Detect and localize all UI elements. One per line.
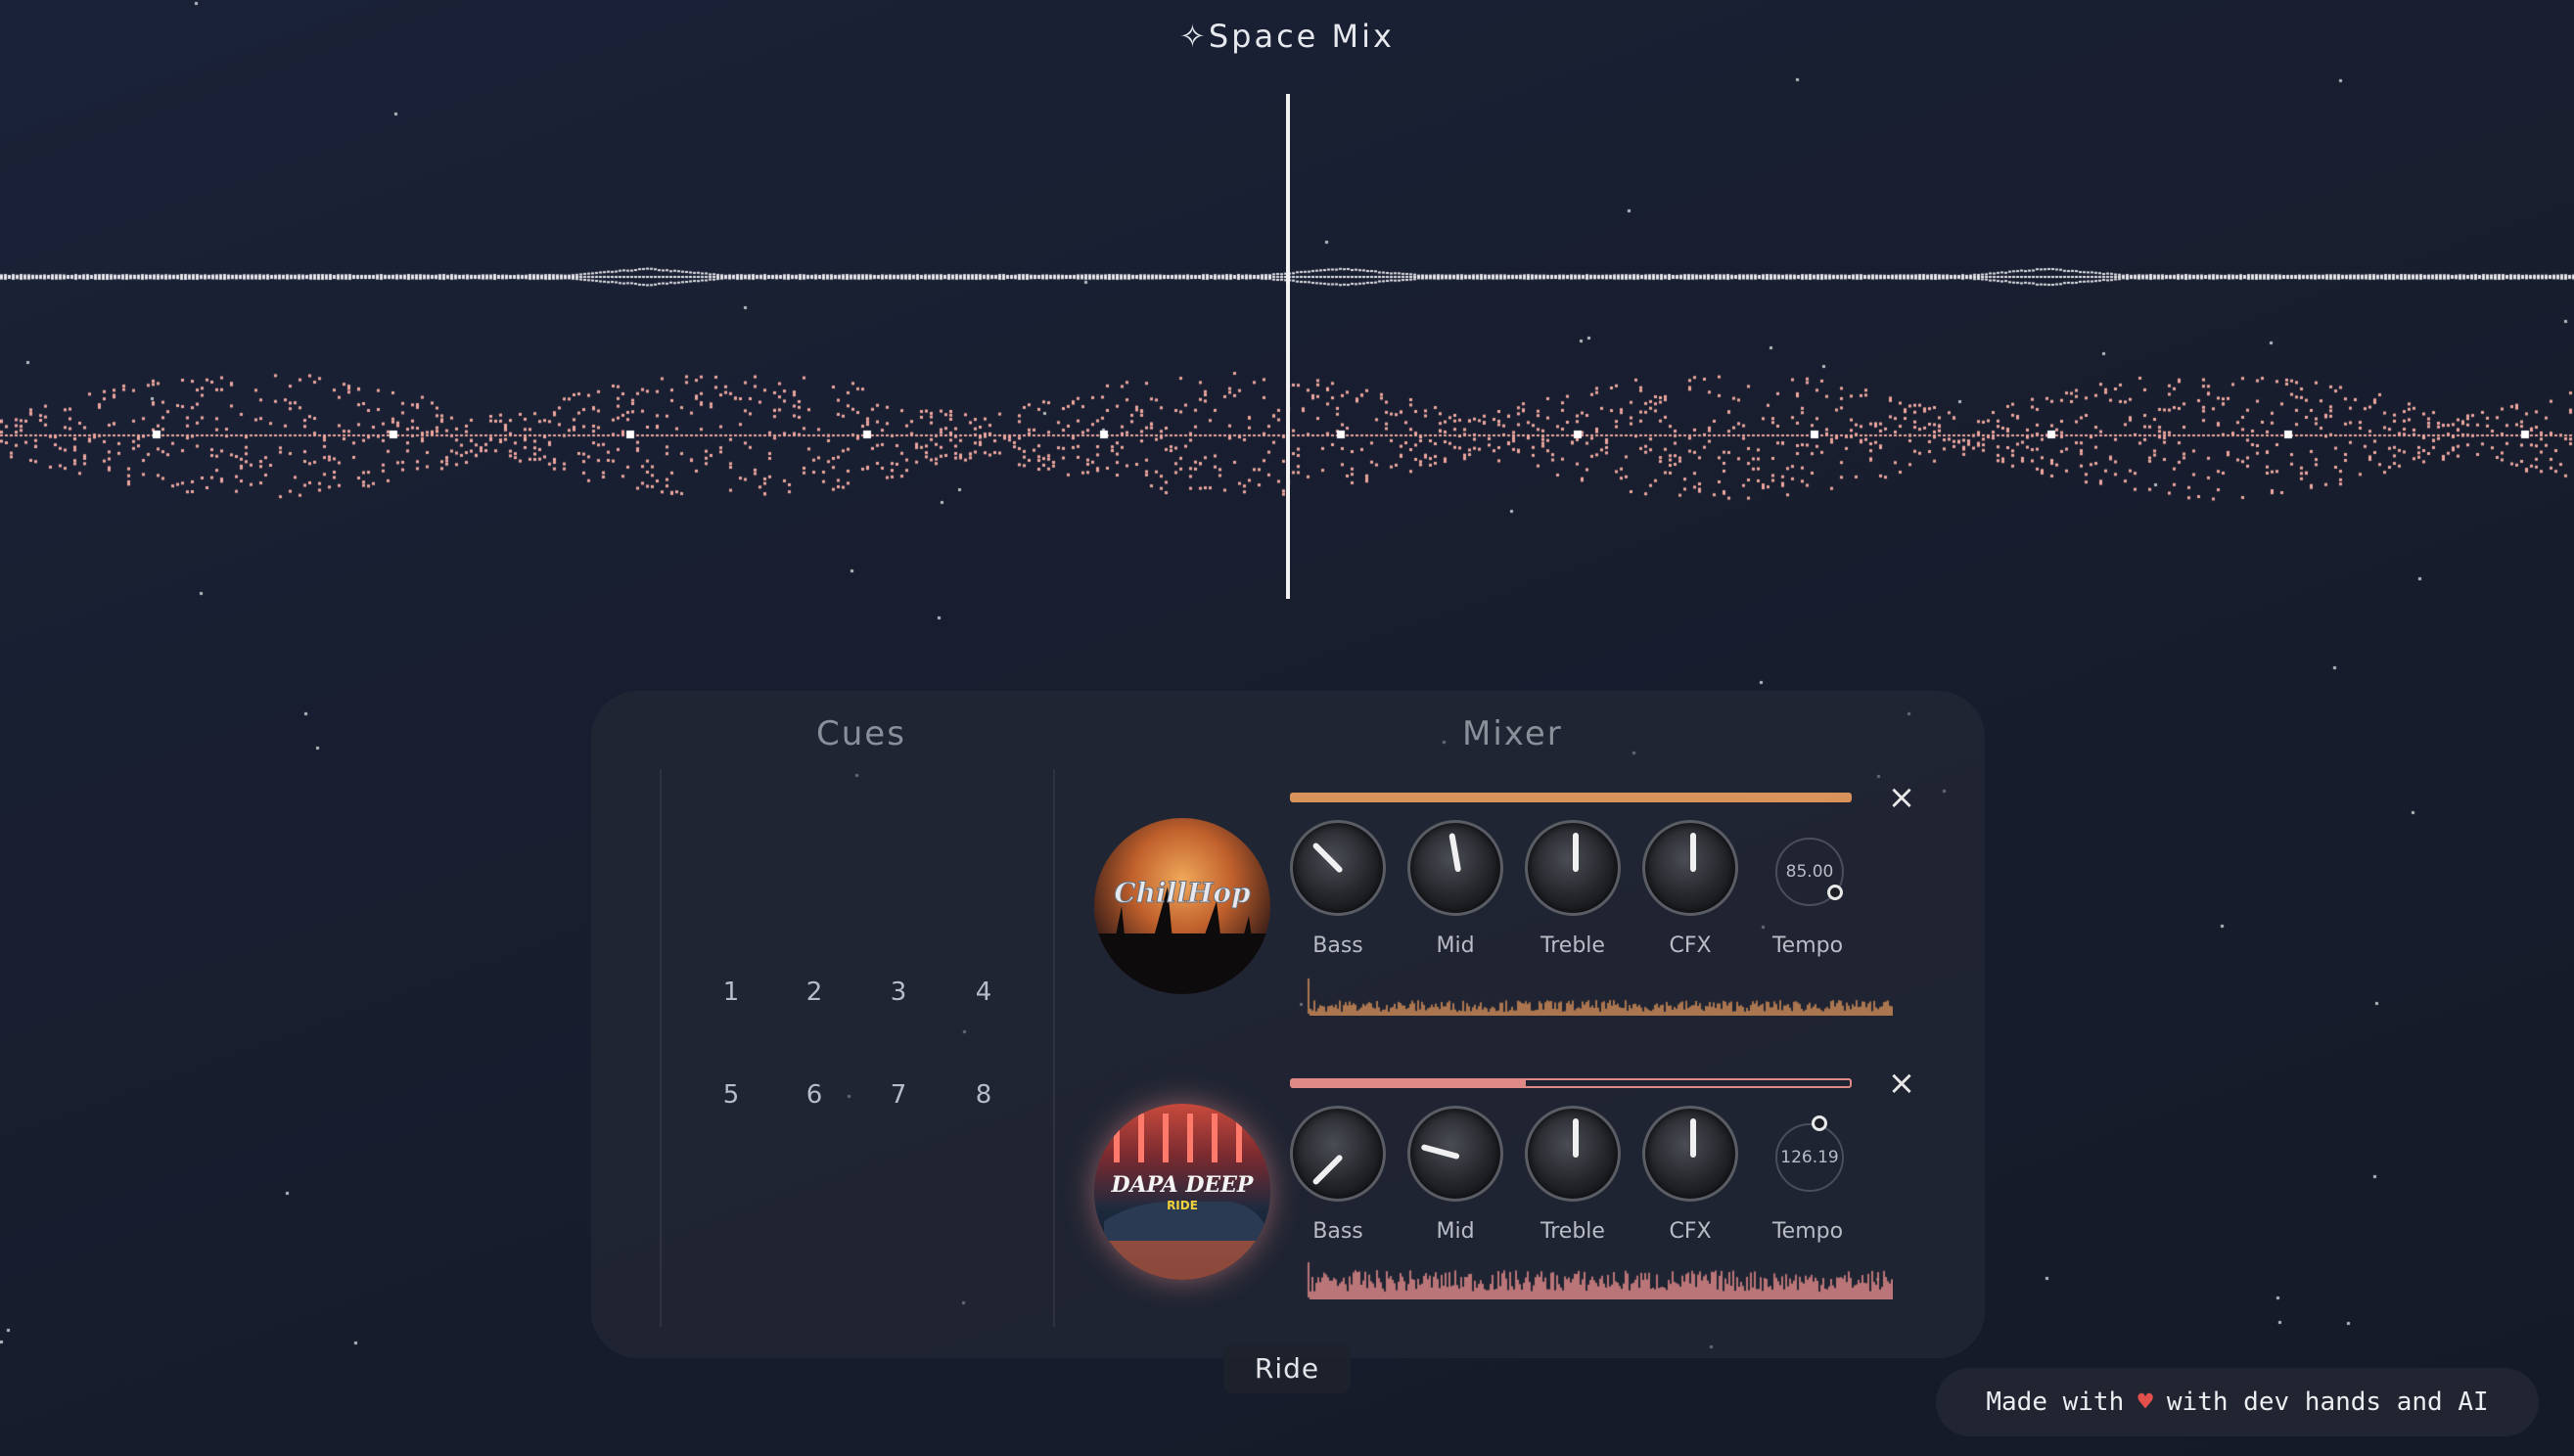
deck-1-volume-bar[interactable] [1290,793,1852,802]
deck-2-bass-label: Bass [1312,1219,1363,1244]
deck-1-tempo-value: 85.00 [1785,862,1834,882]
deck-1: ChillHop × Bass Mid Treble CFX 85.00 Tem… [591,691,1985,1016]
deck-2-tempo-value: 126.19 [1780,1148,1839,1167]
control-panel: Cues Mixer 1 2 3 4 5 6 7 8 ChillHop × Ba… [591,691,1985,1358]
deck-2-close-icon[interactable]: × [1885,1067,1918,1100]
credit-badge[interactable]: Made with ♥ with dev hands and AI [1936,1368,2539,1436]
deck-1-album-art[interactable]: ChillHop [1094,818,1270,994]
credit-suffix: with dev hands and AI [2166,1388,2489,1417]
deck-2-tempo-dial[interactable]: 126.19 [1775,1123,1844,1192]
deck-1-treble-label: Treble [1540,933,1605,958]
deck-2-treble-knob[interactable] [1525,1106,1621,1202]
deck-2-mid-knob[interactable] [1407,1106,1503,1202]
deck-2-tempo-label: Tempo [1771,1219,1844,1244]
deck-1-tempo-label: Tempo [1771,933,1844,958]
deck-2-mid-label: Mid [1436,1219,1475,1244]
deck-2-album-art[interactable]: DAPA DEEP RIDE [1094,1104,1270,1280]
deck-2: DAPA DEEP RIDE × Bass Mid Treble CFX 126… [591,977,1985,1299]
deck-1-cfx-label: CFX [1669,933,1712,958]
deck-1-bass-label: Bass [1312,933,1363,958]
deck-2-volume-bar[interactable] [1290,1078,1852,1088]
deck-2-tempo-handle[interactable] [1812,1115,1827,1131]
deck-1-treble-knob[interactable] [1525,820,1621,916]
car-icon: DAPA DEEP RIDE [1094,1114,1270,1280]
deck-2-bass-knob[interactable] [1290,1106,1386,1202]
credit-prefix: Made with [1986,1388,2125,1417]
deck-2-mini-waveform[interactable] [1306,1260,1893,1299]
deck-2-album-title: DAPA DEEP [1111,1172,1255,1198]
app-title: ✧Space Mix [1179,18,1395,55]
deck-2-volume-fill [1292,1080,1527,1086]
heart-icon: ♥ [2137,1388,2153,1417]
deck-1-cfx-knob[interactable] [1642,820,1738,916]
deck-1-mid-label: Mid [1436,933,1475,958]
deck-1-album-title: ChillHop [1114,877,1251,909]
deck-1-mid-knob[interactable] [1407,820,1503,916]
deck-1-bass-knob[interactable] [1290,820,1386,916]
deck-1-tempo-handle[interactable] [1827,885,1843,900]
deck-1-close-icon[interactable]: × [1885,781,1918,814]
deck-2-cfx-label: CFX [1669,1219,1712,1244]
now-playing-track: Ride [1223,1344,1351,1393]
deck-1-volume-fill [1292,795,1850,800]
deck-2-album-subtitle: RIDE [1167,1199,1198,1212]
playhead[interactable] [1286,94,1290,599]
deck-2-cfx-knob[interactable] [1642,1106,1738,1202]
palm-silhouette-icon: ChillHop [1094,877,1270,994]
deck-2-treble-label: Treble [1540,1219,1605,1244]
